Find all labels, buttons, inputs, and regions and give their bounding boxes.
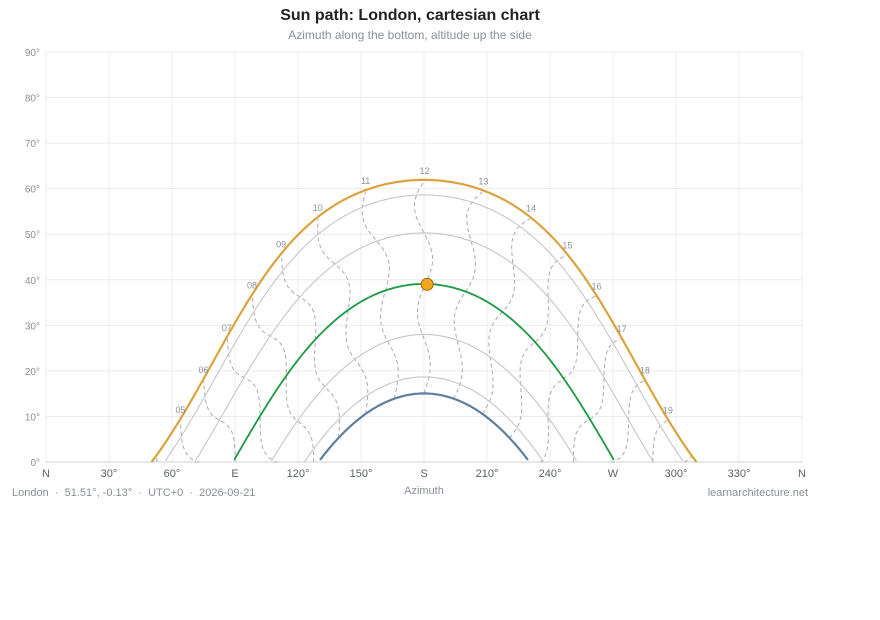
- sun-position-marker: [420, 277, 434, 291]
- footer-utc: UTC+0: [148, 487, 184, 499]
- x-tick-label: S: [420, 468, 427, 480]
- footer-site: learnarchitecture.net: [707, 487, 808, 499]
- y-tick-label: 50°: [25, 230, 40, 241]
- hour-label: 17: [617, 324, 627, 334]
- hour-label: 05: [175, 405, 185, 415]
- footer-separator: ·: [189, 487, 194, 499]
- x-tick-label: 30°: [101, 468, 118, 480]
- grid-layer: [45, 51, 803, 463]
- hour-label: 07: [222, 323, 232, 333]
- x-tick-label: W: [608, 468, 619, 480]
- hour-line: [573, 338, 621, 462]
- x-tick-label: 60°: [164, 468, 181, 480]
- y-tick-label: 40°: [25, 276, 40, 287]
- hour-label: 11: [361, 176, 370, 186]
- hour-label: 14: [526, 204, 536, 214]
- x-tick-label: 240°: [539, 468, 562, 480]
- sun-path-chart: 05 06 07 08 09 10 11 12 13 14 15 16 17 18 19 0° 10° 20° 3…: [25, 48, 806, 497]
- hour-line: [203, 380, 236, 462]
- y-tick-label: 70°: [25, 139, 40, 150]
- hour-label: 16: [591, 281, 601, 291]
- hour-line: [453, 191, 483, 399]
- x-tick-label: E: [231, 468, 238, 480]
- y-tick-label: 30°: [25, 321, 40, 332]
- y-tick-label: 10°: [25, 412, 40, 423]
- x-axis-title: Azimuth: [404, 485, 444, 497]
- hour-line: [652, 420, 668, 462]
- hour-label: 15: [562, 240, 572, 250]
- footer-location-info: London · 51.51°, -0.13° · UTC+0 · 2026-0…: [12, 487, 255, 499]
- footer-location: London: [12, 487, 49, 499]
- footer-separator: ·: [138, 487, 142, 499]
- footer-date: 2026-09-21: [199, 487, 256, 499]
- hour-label: 06: [198, 365, 208, 375]
- hour-line: [281, 255, 340, 438]
- hour-label: 19: [663, 405, 673, 415]
- x-tick-label: 120°: [287, 468, 310, 480]
- x-tick-label: 150°: [350, 468, 373, 480]
- hour-label: 13: [478, 176, 488, 186]
- chart-stage: Sun path: London, cartesian chart Azimut…: [0, 0, 880, 620]
- x-tick-label: 330°: [728, 468, 751, 480]
- x-tick-label: N: [42, 468, 50, 480]
- hour-label: 12: [420, 166, 430, 176]
- footer-coords: 51.51°, -0.13°: [64, 487, 133, 499]
- hour-label: 08: [247, 281, 257, 291]
- y-tick-label: 60°: [25, 185, 40, 196]
- hour-line: [361, 191, 399, 399]
- hour-line: [481, 218, 531, 415]
- y-tick-label: 0°: [30, 458, 40, 469]
- y-tick-label: 20°: [25, 367, 40, 378]
- axis-labels-layer: 0°10°20°30°40°50°60°70°80°90°N 30° 60° E 120…: [25, 48, 806, 480]
- hour-label: 10: [313, 203, 323, 213]
- y-tick-label: 90°: [25, 48, 40, 59]
- hour-label: 18: [640, 366, 650, 376]
- hour-label: 09: [276, 240, 286, 250]
- footer-separator: ·: [54, 487, 59, 499]
- hour-line: [180, 420, 200, 463]
- x-tick-label: 300°: [665, 468, 688, 480]
- hour-line: [684, 456, 692, 463]
- hour-line: [610, 380, 645, 463]
- x-tick-label: N: [798, 468, 806, 480]
- x-tick-label: 210°: [476, 468, 499, 480]
- y-tick-label: 80°: [25, 94, 40, 105]
